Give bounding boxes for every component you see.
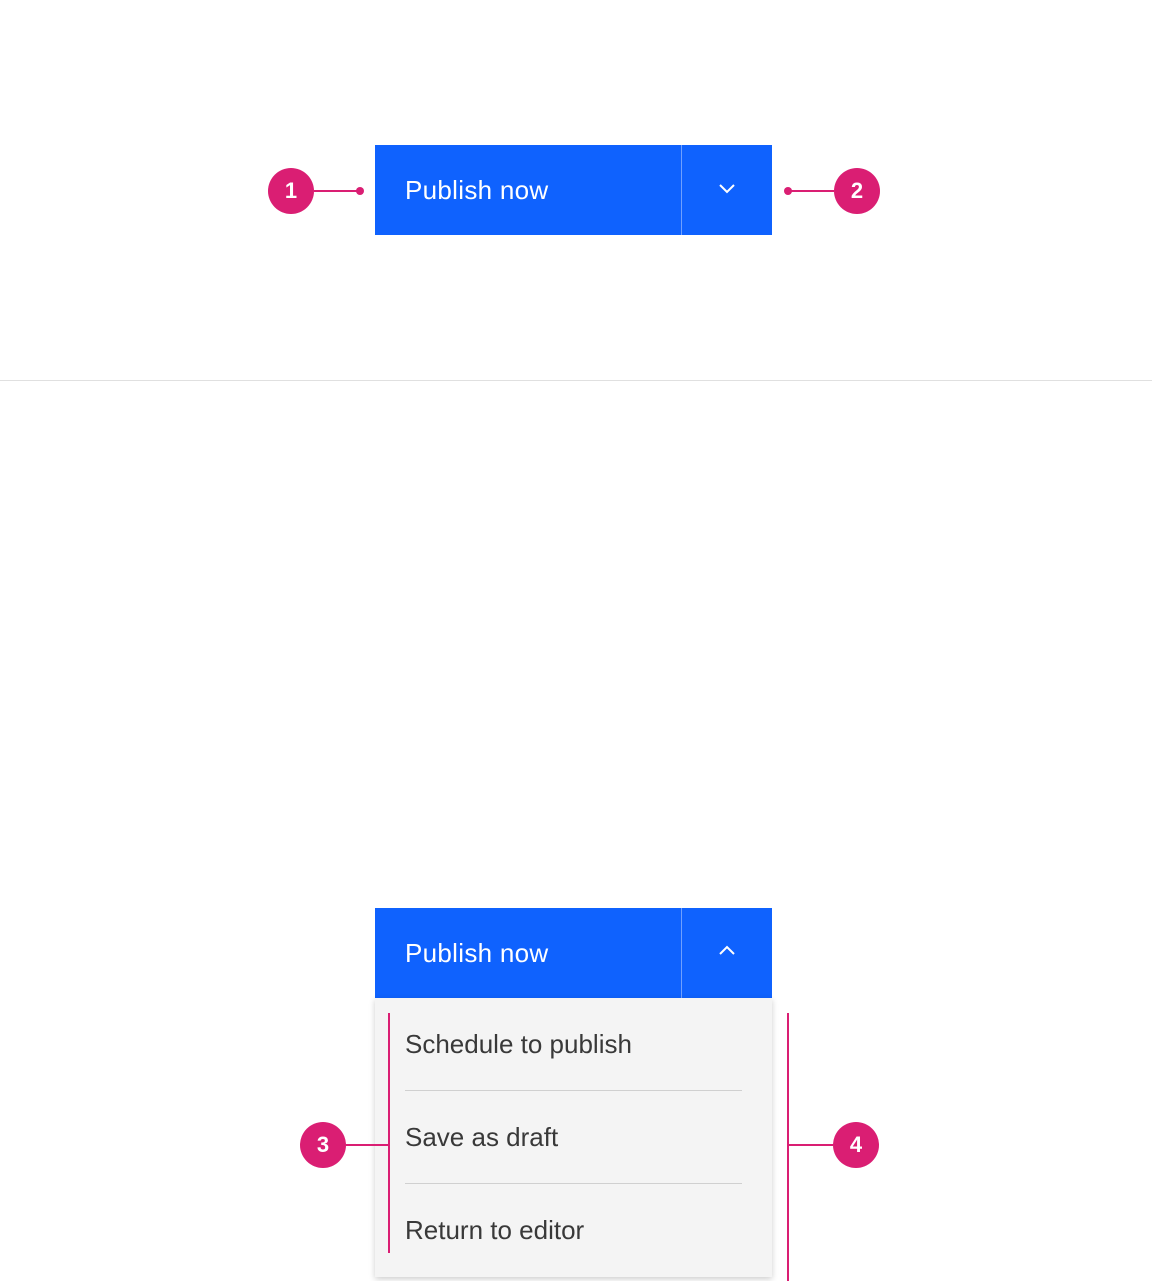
annotation-number: 2 xyxy=(851,178,863,204)
menu-item-label: Return to editor xyxy=(405,1215,584,1246)
annotation-line xyxy=(787,1013,789,1281)
menu-item-label: Schedule to publish xyxy=(405,1029,632,1060)
example-collapsed: Publish now 1 2 xyxy=(0,0,1152,380)
dropdown-trigger-collapsed[interactable] xyxy=(682,145,772,235)
publish-now-label: Publish now xyxy=(405,938,549,969)
annotation-line xyxy=(789,1144,833,1146)
split-button-collapsed: Publish now xyxy=(375,145,772,235)
annotation-line xyxy=(388,1013,390,1253)
publish-now-button[interactable]: Publish now xyxy=(375,145,682,235)
annotation-line xyxy=(346,1144,388,1146)
chevron-up-icon xyxy=(715,939,739,968)
publish-now-button[interactable]: Publish now xyxy=(375,908,682,998)
menu-item-schedule-publish[interactable]: Schedule to publish xyxy=(375,998,772,1091)
annotation-badge-2: 2 xyxy=(834,168,880,214)
dropdown-menu: Schedule to publish Save as draft Return… xyxy=(375,998,772,1277)
annotation-number: 4 xyxy=(850,1132,862,1158)
annotation-badge-3: 3 xyxy=(300,1122,346,1168)
menu-item-return-editor[interactable]: Return to editor xyxy=(375,1184,772,1277)
annotation-badge-4: 4 xyxy=(833,1122,879,1168)
annotation-number: 1 xyxy=(285,178,297,204)
annotation-badge-1: 1 xyxy=(268,168,314,214)
annotation-dot xyxy=(784,187,792,195)
annotation-number: 3 xyxy=(317,1132,329,1158)
chevron-down-icon xyxy=(715,176,739,205)
split-button-expanded: Publish now xyxy=(375,908,772,998)
annotation-line xyxy=(788,190,834,192)
dropdown-trigger-expanded[interactable] xyxy=(682,908,772,998)
annotation-line xyxy=(314,190,360,192)
menu-item-label: Save as draft xyxy=(405,1122,558,1153)
example-expanded: Publish now Schedule to publish Save as … xyxy=(0,380,1152,1048)
menu-item-save-draft[interactable]: Save as draft xyxy=(375,1091,772,1184)
annotation-dot xyxy=(356,187,364,195)
publish-now-label: Publish now xyxy=(405,175,549,206)
